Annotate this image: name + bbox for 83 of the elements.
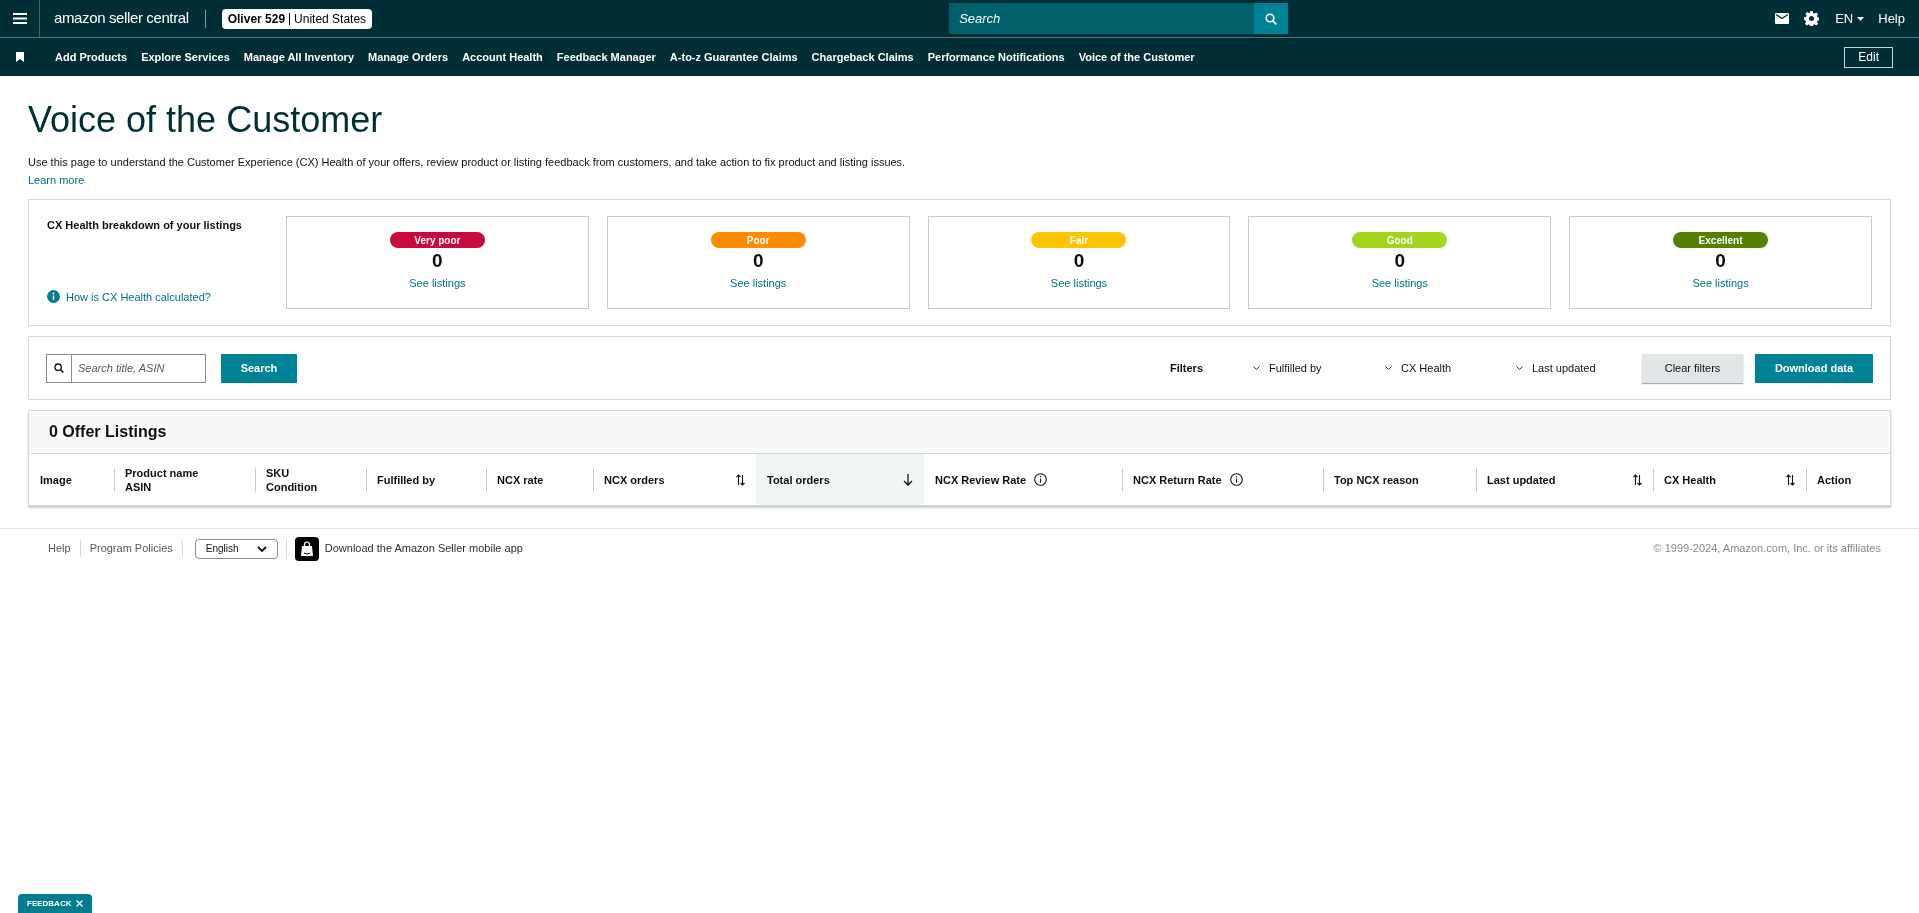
nav-link[interactable]: Manage All Inventory [243,48,355,66]
filter-dropdown[interactable]: Fulfilled by [1253,359,1385,377]
cx-health-help-link[interactable]: How is CX Health calculated? [47,288,211,305]
see-listings-link[interactable]: See listings [1371,275,1428,292]
column-header: Product name ASIN [125,465,199,494]
nav-link[interactable]: Explore Services [141,48,230,66]
sort-down-icon[interactable] [903,473,913,486]
breakdown-title: CX Health breakdown of your listings [47,218,243,233]
column-header[interactable]: CX Health [1664,472,1716,487]
health-badge: Fair [1031,232,1127,248]
chevron-icon [256,545,267,552]
nav-link[interactable]: A-to-z Guarantee Claims [669,48,798,66]
app-download-link[interactable]: Download the Amazon Seller mobile app [324,540,523,557]
logo[interactable]: amazon seller central [54,7,189,30]
close-icon [76,900,84,907]
info-icon[interactable] [1034,473,1048,486]
nav-link[interactable]: Performance Notifications [927,48,1065,66]
column-header: Action [1817,472,1852,487]
sort-icon[interactable] [736,473,745,486]
column-header[interactable]: Last updated [1487,472,1556,487]
table-title: 0 Offer Listings [49,422,167,442]
nav-link[interactable]: Voice of the Customer [1078,48,1195,66]
copyright: © 1999-2024, Amazon.com, Inc. or its affiliates [1653,541,1881,557]
bookmark-icon[interactable] [16,52,24,62]
nav-link[interactable]: Chargeback Claims [811,48,914,66]
chevron-icon [1253,366,1260,370]
listing-count: 0 [1394,250,1406,272]
listing-count: 0 [752,250,764,272]
health-badge: Very poor [389,232,485,248]
health-badge: Excellent [1673,232,1769,248]
search-icon [46,353,72,383]
search-field[interactable]: Search title, ASIN [72,353,206,383]
search-button[interactable]: Search [221,353,297,383]
column-header: SKU Condition [266,465,318,494]
feedback-tab[interactable]: FEEDBACK [18,894,93,913]
edit-button[interactable]: Edit [1844,46,1893,68]
nav-link[interactable]: Feedback Manager [556,48,656,66]
account-switcher[interactable]: Oliver 529 United States [221,8,373,29]
nav-link[interactable]: Account Health [462,48,543,66]
settings-icon[interactable] [1804,11,1820,26]
info-icon[interactable] [1229,473,1243,486]
download-data-button[interactable]: Download data [1755,353,1873,383]
sort-icon[interactable] [1786,473,1795,486]
search-icon[interactable] [1254,3,1289,34]
mail-icon[interactable] [1775,13,1790,24]
column-header: Image [40,472,72,487]
chevron-icon [1385,366,1392,370]
footer-link[interactable]: Help [48,540,81,557]
caret-icon [1857,16,1865,21]
search-field[interactable]: Search [949,3,1255,34]
language-menu[interactable]: EN [1835,8,1865,29]
listing-count: 0 [1073,250,1085,272]
column-header: NCX Return Rate [1133,472,1222,487]
listing-count: 0 [1715,250,1726,272]
see-listings-link[interactable]: See listings [1050,275,1108,292]
column-header: NCX Review Rate [935,472,1027,487]
filters-label: Filters [1170,360,1203,376]
clear-filters-button[interactable]: Clear filters [1642,353,1743,383]
chevron-icon [1516,366,1523,370]
info-icon [47,290,60,304]
column-header: Top NCX reason [1334,472,1419,487]
page-title: Voice of the Customer [28,98,384,142]
health-badge: Poor [710,232,806,248]
nav-link[interactable]: Add Products [55,48,128,66]
language-select[interactable]: English [194,538,278,559]
footer-link[interactable]: Program Policies [89,540,183,557]
learn-more-link[interactable]: Learn more [28,171,85,188]
shopping-bag-icon [294,536,319,561]
column-header[interactable]: Total orders [767,472,830,487]
see-listings-link[interactable]: See listings [1692,275,1749,292]
help-link[interactable]: Help [1878,8,1905,29]
sort-icon[interactable] [1633,473,1642,486]
listing-count: 0 [432,250,443,272]
column-header: NCX rate [497,472,544,487]
page-description: Use this page to understand the Customer Experience (CX) Health of your offers, review product or listing feedback from customers, and take action to fix product and listing issues. [28,155,907,170]
column-header[interactable]: NCX orders [604,472,665,487]
column-header: Fulfilled by [377,472,436,487]
health-badge: Good [1352,232,1448,248]
filter-dropdown[interactable]: CX Health [1385,359,1516,377]
see-listings-link[interactable]: See listings [730,275,787,292]
filter-dropdown[interactable]: Last updated [1516,359,1626,377]
see-listings-link[interactable]: See listings [409,275,466,292]
nav-link[interactable]: Manage Orders [368,48,449,66]
